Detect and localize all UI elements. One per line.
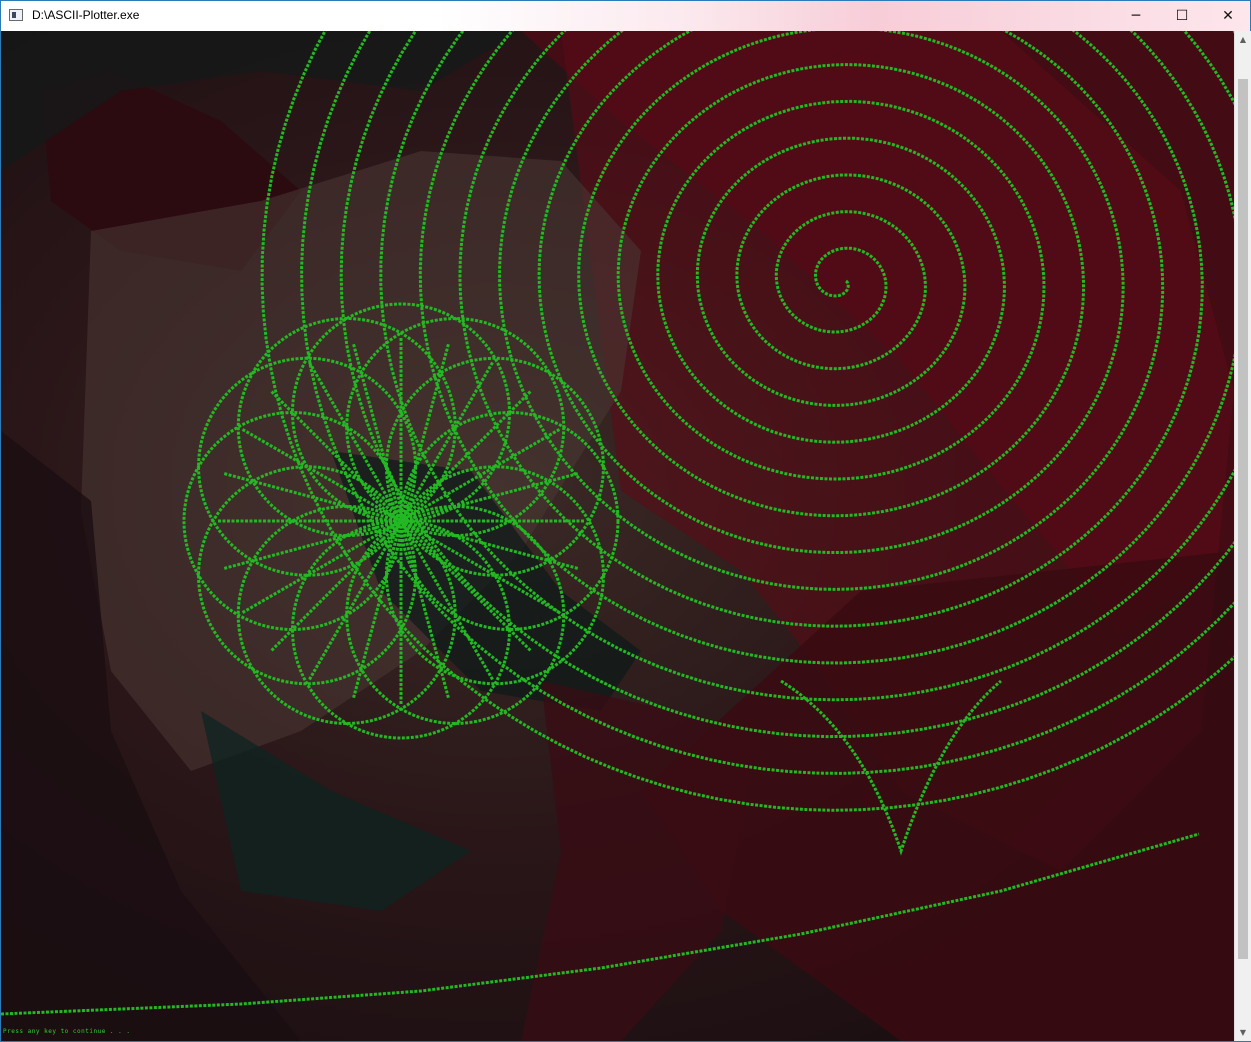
scroll-up-arrow-icon[interactable]: ▲ xyxy=(1235,31,1251,48)
console-icon[interactable] xyxy=(9,9,23,21)
title-bar[interactable]: D:\ASCII-Plotter.exe ─ ☐ ✕ xyxy=(1,1,1250,31)
flower-spoke xyxy=(400,427,561,523)
vertical-scrollbar[interactable]: ▲ ▼ xyxy=(1234,31,1251,1041)
minimize-button[interactable]: ─ xyxy=(1113,1,1159,31)
maximize-button[interactable]: ☐ xyxy=(1159,1,1205,31)
window-title: D:\ASCII-Plotter.exe xyxy=(32,8,140,22)
close-button[interactable]: ✕ xyxy=(1205,1,1251,31)
ascii-plot-canvas xyxy=(1,31,1234,1016)
scroll-down-arrow-icon[interactable]: ▼ xyxy=(1235,1024,1251,1041)
flower-spoke xyxy=(351,343,403,522)
ascii-plot-lines xyxy=(1,31,1234,1016)
spiral-curve xyxy=(260,31,1234,812)
rising-line xyxy=(1,832,1200,1016)
console-window: D:\ASCII-Plotter.exe ─ ☐ ✕ Press any key… xyxy=(0,0,1251,1042)
press-any-key-prompt: Press any key to continue . . . xyxy=(3,1028,131,1035)
scroll-thumb[interactable] xyxy=(1238,79,1248,959)
console-output-area[interactable]: Press any key to continue . . . xyxy=(1,31,1234,1041)
spiral-tail xyxy=(780,679,1002,856)
